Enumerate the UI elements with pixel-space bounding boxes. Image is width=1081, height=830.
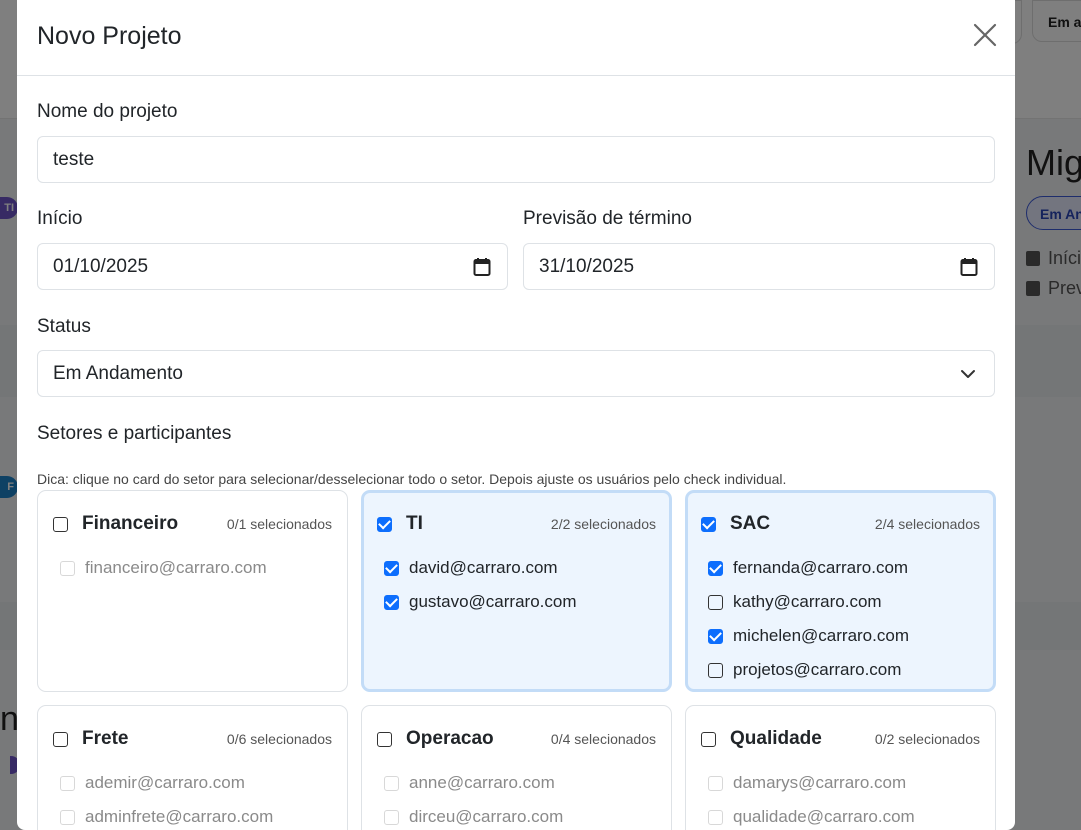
user-email: ademir@carraro.com xyxy=(85,773,245,792)
user-checkbox[interactable] xyxy=(708,560,723,576)
user-list: financeiro@carraro.com xyxy=(60,551,267,585)
user-checkbox xyxy=(60,775,75,791)
sector-count: 0/2 selecionados xyxy=(874,731,980,747)
sector-checkbox[interactable] xyxy=(701,516,716,532)
modal-header: Novo Projeto xyxy=(17,0,1015,76)
user-checkbox xyxy=(384,809,399,825)
sector-card-header: Qualidade 0/2 selecionados xyxy=(701,728,980,750)
user-email: dirceu@carraro.com xyxy=(409,807,564,826)
user-list: ademir@carraro.com adminfrete@carraro.co… xyxy=(60,766,273,830)
user-email: qualidade@carraro.com xyxy=(733,807,915,826)
sector-name: Operacao xyxy=(406,728,494,749)
sectors-hint: Dica: clique no card do setor para selec… xyxy=(37,471,787,487)
user-checkbox xyxy=(708,775,723,791)
calendar-icon[interactable] xyxy=(473,257,491,277)
user-email: adminfrete@carraro.com xyxy=(85,807,274,826)
sector-card-header: Financeiro 0/1 selecionados xyxy=(53,513,332,535)
project-name-label: Nome do projeto xyxy=(37,101,178,122)
user-checkbox[interactable] xyxy=(708,594,723,610)
user-email: damarys@carraro.com xyxy=(733,773,907,792)
sector-checkbox[interactable] xyxy=(53,731,68,747)
sector-card-qualidade[interactable]: Qualidade 0/2 selecionados damarys@carra… xyxy=(685,705,996,830)
close-icon xyxy=(973,23,997,47)
user-item[interactable]: projetos@carraro.com xyxy=(708,653,909,687)
user-checkbox[interactable] xyxy=(708,662,723,678)
sector-checkbox[interactable] xyxy=(377,516,392,532)
sector-name: Frete xyxy=(82,728,129,749)
user-checkbox[interactable] xyxy=(384,594,399,610)
user-list: anne@carraro.com dirceu@carraro.com xyxy=(384,766,563,830)
user-email: projetos@carraro.com xyxy=(733,660,902,679)
user-item: adminfrete@carraro.com xyxy=(60,800,273,830)
user-item: qualidade@carraro.com xyxy=(708,800,915,830)
status-label: Status xyxy=(37,316,91,337)
status-select[interactable]: Em Andamento xyxy=(37,350,995,397)
sector-card-header: Frete 0/6 selecionados xyxy=(53,728,332,750)
sector-count: 2/4 selecionados xyxy=(874,516,980,532)
sector-card-header: Operacao 0/4 selecionados xyxy=(377,728,656,750)
user-list: damarys@carraro.com qualidade@carraro.co… xyxy=(708,766,915,830)
user-item: dirceu@carraro.com xyxy=(384,800,563,830)
status-value: Em Andamento xyxy=(53,362,183,384)
start-date-input[interactable]: 01/10/2025 xyxy=(37,243,508,290)
sector-card-financeiro[interactable]: Financeiro 0/1 selecionados financeiro@c… xyxy=(37,490,348,692)
sector-checkbox[interactable] xyxy=(53,516,68,532)
sector-card-sac[interactable]: SAC 2/4 selecionados fernanda@carraro.co… xyxy=(685,490,996,692)
end-date-label: Previsão de término xyxy=(523,208,692,229)
user-email: fernanda@carraro.com xyxy=(733,558,909,577)
user-email: kathy@carraro.com xyxy=(733,592,882,611)
end-date-input[interactable]: 31/10/2025 xyxy=(523,243,995,290)
sector-checkbox[interactable] xyxy=(377,731,392,747)
sector-card-ti[interactable]: TI 2/2 selecionados david@carraro.com gu… xyxy=(361,490,672,692)
user-email: michelen@carraro.com xyxy=(733,626,909,645)
sectors-label: Setores e participantes xyxy=(37,423,232,444)
user-checkbox xyxy=(708,809,723,825)
sector-card-operacao[interactable]: Operacao 0/4 selecionados anne@carraro.c… xyxy=(361,705,672,830)
user-email: gustavo@carraro.com xyxy=(409,592,577,611)
user-email: anne@carraro.com xyxy=(409,773,555,792)
user-item: ademir@carraro.com xyxy=(60,766,273,800)
user-list: fernanda@carraro.com kathy@carraro.com m… xyxy=(708,551,909,687)
user-item[interactable]: gustavo@carraro.com xyxy=(384,585,577,619)
modal-title: Novo Projeto xyxy=(37,22,182,50)
new-project-modal: Novo Projeto Nome do projeto teste Iníci… xyxy=(17,0,1015,830)
sector-name: TI xyxy=(406,513,423,534)
sector-card-header: TI 2/2 selecionados xyxy=(377,513,656,535)
close-button[interactable] xyxy=(973,22,997,48)
user-checkbox[interactable] xyxy=(384,560,399,576)
user-item[interactable]: kathy@carraro.com xyxy=(708,585,909,619)
end-date-value: 31/10/2025 xyxy=(539,255,635,277)
sector-name: Financeiro xyxy=(82,513,179,534)
sector-count: 0/1 selecionados xyxy=(226,516,332,532)
user-checkbox xyxy=(384,775,399,791)
user-item[interactable]: david@carraro.com xyxy=(384,551,577,585)
project-name-value: teste xyxy=(53,148,95,170)
user-item: damarys@carraro.com xyxy=(708,766,915,800)
sector-card-header: SAC 2/4 selecionados xyxy=(701,513,980,535)
start-date-value: 01/10/2025 xyxy=(53,255,149,277)
user-email: financeiro@carraro.com xyxy=(85,558,267,577)
sector-name: SAC xyxy=(730,513,771,534)
sector-count: 0/4 selecionados xyxy=(550,731,656,747)
sector-name: Qualidade xyxy=(730,728,822,749)
project-name-input[interactable]: teste xyxy=(37,136,995,183)
user-checkbox xyxy=(60,560,75,576)
calendar-icon[interactable] xyxy=(960,257,978,277)
user-item: anne@carraro.com xyxy=(384,766,563,800)
sector-card-frete[interactable]: Frete 0/6 selecionados ademir@carraro.co… xyxy=(37,705,348,830)
user-list: david@carraro.com gustavo@carraro.com xyxy=(384,551,577,619)
sector-checkbox[interactable] xyxy=(701,731,716,747)
user-checkbox xyxy=(60,809,75,825)
sector-count: 2/2 selecionados xyxy=(550,516,656,532)
start-date-label: Início xyxy=(37,208,83,229)
user-email: david@carraro.com xyxy=(409,558,558,577)
chevron-down-icon xyxy=(961,369,975,378)
sector-count: 0/6 selecionados xyxy=(226,731,332,747)
user-item[interactable]: fernanda@carraro.com xyxy=(708,551,909,585)
user-item: financeiro@carraro.com xyxy=(60,551,267,585)
user-item[interactable]: michelen@carraro.com xyxy=(708,619,909,653)
user-checkbox[interactable] xyxy=(708,628,723,644)
